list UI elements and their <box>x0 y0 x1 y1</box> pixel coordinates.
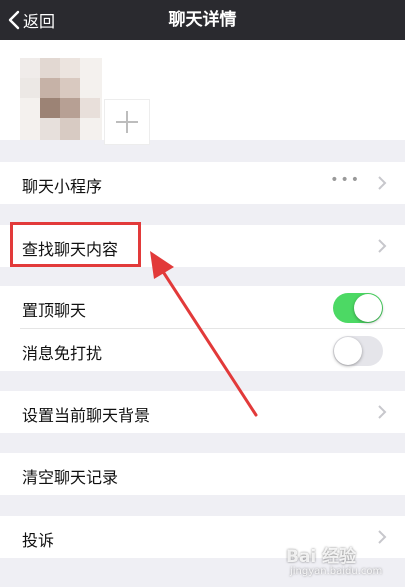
row-label-set-background: 设置当前聊天背景 <box>22 406 151 425</box>
toggle-knob <box>334 337 362 365</box>
row-label-mute-notifications: 消息免打扰 <box>22 344 103 363</box>
watermark-brand: Bai 经验 <box>286 547 357 567</box>
row-label-complain: 投诉 <box>22 531 55 550</box>
nav-bar: 返回 聊天详情 <box>0 0 405 40</box>
toggle-knob <box>354 294 382 322</box>
row-label-clear-history: 清空聊天记录 <box>22 468 119 487</box>
page-title: 聊天详情 <box>168 10 237 30</box>
annotation-highlight-box <box>10 222 141 267</box>
watermark-url: jingyan.baidu.com <box>290 566 383 577</box>
sticky-on-top-toggle[interactable] <box>333 293 383 323</box>
mute-notifications-toggle[interactable] <box>333 336 383 366</box>
chevron-right-icon <box>378 176 387 190</box>
row-label-sticky-on-top: 置顶聊天 <box>22 301 87 320</box>
row-clear-history[interactable]: 清空聊天记录 <box>0 453 405 495</box>
annotation-arrow-icon <box>150 251 258 417</box>
more-dots-icon: ••• <box>330 172 361 188</box>
row-label-mini-programs: 聊天小程序 <box>22 177 103 196</box>
avatar[interactable] <box>20 58 102 140</box>
watermark: Bai 经验 jingyan.baidu.com <box>282 540 402 584</box>
members-section <box>0 40 405 145</box>
add-member-button[interactable] <box>104 99 150 145</box>
row-mini-programs[interactable]: 聊天小程序 ••• <box>0 162 405 204</box>
chevron-right-icon <box>378 239 387 253</box>
chevron-right-icon <box>378 405 387 419</box>
